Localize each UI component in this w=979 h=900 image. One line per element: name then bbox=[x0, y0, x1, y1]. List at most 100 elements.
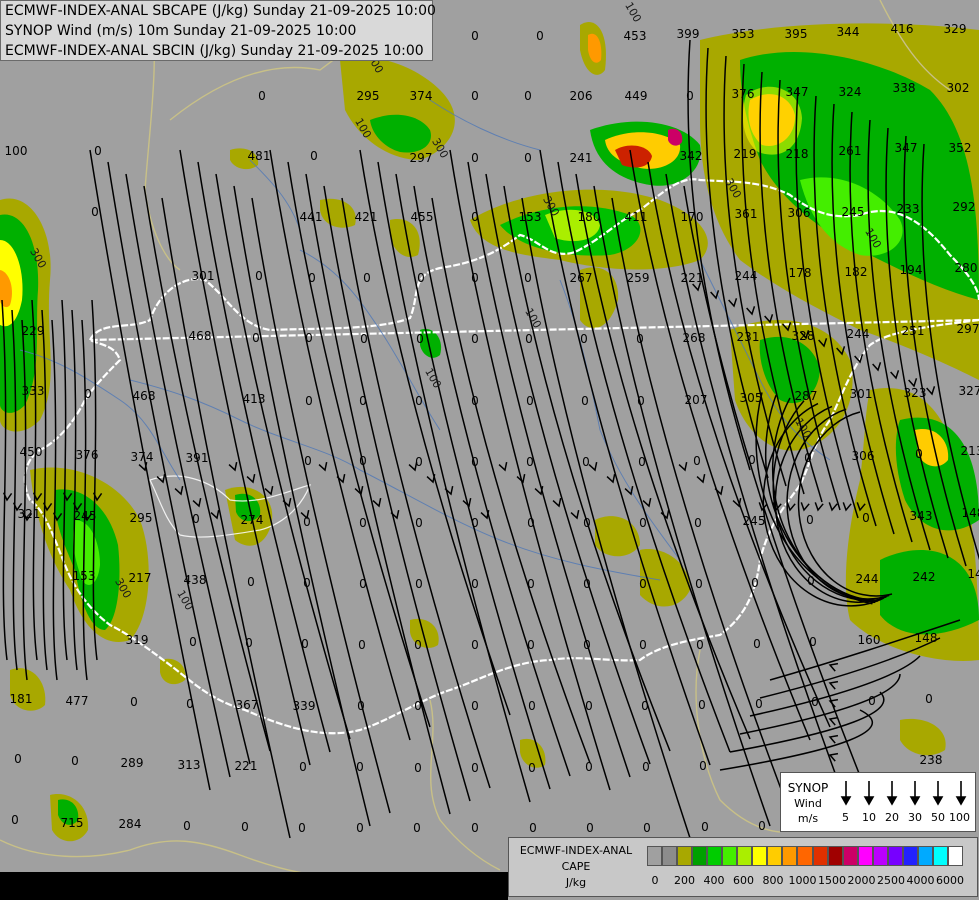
cape-value-label: 244 bbox=[856, 572, 879, 586]
cape-value-label: 441 bbox=[300, 210, 323, 224]
cape-value-label: 0 bbox=[528, 699, 536, 713]
cape-tick-label: 2500 bbox=[877, 874, 905, 887]
cape-value-label: 0 bbox=[310, 149, 318, 163]
wind-speed-100: 100 bbox=[949, 811, 970, 824]
cape-value-label: 0 bbox=[258, 89, 266, 103]
wind-legend-label-2: Wind bbox=[794, 797, 822, 810]
cape-value-label: 207 bbox=[685, 393, 708, 407]
cape-value-label: 323 bbox=[904, 386, 927, 400]
cape-value-label: 321 bbox=[18, 507, 41, 521]
cape-swatch bbox=[827, 846, 843, 866]
cape-swatch bbox=[917, 846, 933, 866]
wind-legend-label-1: SYNOP bbox=[787, 781, 829, 795]
cape-value-label: 148 bbox=[915, 631, 938, 645]
cape-value-label: 0 bbox=[581, 394, 589, 408]
cape-swatch bbox=[947, 846, 963, 866]
cape-value-label: 245 bbox=[842, 205, 865, 219]
cape-value-label: 333 bbox=[22, 384, 45, 398]
cape-value-label: 0 bbox=[471, 455, 479, 469]
cape-value-label: 319 bbox=[126, 633, 149, 647]
cape-value-label: 0 bbox=[471, 271, 479, 285]
cape-value-label: 261 bbox=[839, 144, 862, 158]
cape-value-label: 244 bbox=[735, 269, 758, 283]
cape-tick-label: 600 bbox=[733, 874, 754, 887]
wind-speed-20: 20 bbox=[885, 811, 899, 824]
cape-value-label: 0 bbox=[636, 332, 644, 346]
cape-value-label: 0 bbox=[536, 29, 544, 43]
cape-value-label: 338 bbox=[893, 81, 916, 95]
cape-value-label: 0 bbox=[192, 512, 200, 526]
cape-value-label: 421 bbox=[355, 210, 378, 224]
cape-value-label: 221 bbox=[235, 759, 258, 773]
cape-value-label: 231 bbox=[737, 330, 760, 344]
cape-value-label: 468 bbox=[189, 329, 212, 343]
cape-value-label: 181 bbox=[10, 692, 33, 706]
cape-value-label: 374 bbox=[410, 89, 433, 103]
cape-value-label: 0 bbox=[686, 89, 694, 103]
cape-value-label: 0 bbox=[807, 574, 815, 588]
cape-value-label: 0 bbox=[301, 637, 309, 651]
cape-value-label: 0 bbox=[305, 394, 313, 408]
cape-value-label: 361 bbox=[735, 207, 758, 221]
title-box: ECMWF-INDEX-ANAL SBCAPE (J/kg) Sunday 21… bbox=[0, 0, 436, 61]
cape-value-label: 194 bbox=[900, 263, 923, 277]
cape-swatch bbox=[782, 846, 798, 866]
cape-value-label: 327 bbox=[959, 384, 979, 398]
cape-value-label: 0 bbox=[583, 577, 591, 591]
wind-legend-speeds: 5 10 20 30 50 100 bbox=[836, 811, 976, 827]
cape-value-label: 292 bbox=[953, 200, 976, 214]
cape-value-label: 0 bbox=[471, 151, 479, 165]
cape-value-label: 0 bbox=[527, 516, 535, 530]
cape-value-label: 0 bbox=[694, 516, 702, 530]
cape-value-label: 0 bbox=[357, 699, 365, 713]
cape-value-label: 0 bbox=[359, 516, 367, 530]
cape-value-label: 344 bbox=[837, 25, 860, 39]
cape-value-label: 324 bbox=[839, 85, 862, 99]
wind-speed-50: 50 bbox=[931, 811, 945, 824]
wind-speed-5: 5 bbox=[842, 811, 849, 824]
wind-legend-arrows bbox=[840, 781, 967, 806]
cape-value-label: 367 bbox=[236, 698, 259, 712]
cape-swatch bbox=[932, 846, 948, 866]
cape-value-label: 0 bbox=[358, 638, 366, 652]
cape-value-label: 0 bbox=[915, 447, 923, 461]
cape-value-label: 301 bbox=[192, 269, 215, 283]
cape-value-label: 0 bbox=[693, 454, 701, 468]
cape-value-label: 0 bbox=[524, 89, 532, 103]
cape-value-label: 0 bbox=[753, 637, 761, 651]
cape-swatch bbox=[842, 846, 858, 866]
cape-value-label: 374 bbox=[131, 450, 154, 464]
cape-value-label: 0 bbox=[642, 760, 650, 774]
cape-value-label: 180 bbox=[578, 210, 601, 224]
cape-value-label: 0 bbox=[643, 821, 651, 835]
cape-value-label: 0 bbox=[925, 692, 933, 706]
cape-value-label: 233 bbox=[897, 202, 920, 216]
cape-swatch bbox=[647, 846, 663, 866]
cape-value-label: 0 bbox=[526, 394, 534, 408]
cape-color-bar bbox=[647, 846, 963, 866]
cape-value-label: 0 bbox=[585, 699, 593, 713]
cape-value-label: 268 bbox=[683, 331, 706, 345]
cape-value-label: 0 bbox=[416, 332, 424, 346]
cape-value-label: 221 bbox=[681, 271, 704, 285]
cape-value-label: 295 bbox=[130, 511, 153, 525]
cape-value-label: 0 bbox=[303, 515, 311, 529]
cape-value-label: 0 bbox=[639, 516, 647, 530]
cape-value-label: 219 bbox=[734, 147, 757, 161]
cape-value-label: 289 bbox=[121, 756, 144, 770]
cape-value-label: 259 bbox=[627, 271, 650, 285]
cape-value-label: 295 bbox=[357, 89, 380, 103]
cape-value-label: 347 bbox=[786, 85, 809, 99]
cape-value-label: 229 bbox=[22, 324, 45, 338]
cape-value-label: 411 bbox=[625, 210, 648, 224]
weather-map: 0 0 453 399 353 395 344 416 329 0 295 374 0 0 206 449 0 3… bbox=[0, 0, 979, 900]
cape-value-label: 0 bbox=[809, 635, 817, 649]
cape-value-label: 0 bbox=[183, 819, 191, 833]
cape-value-label: 339 bbox=[293, 699, 316, 713]
cape-value-label: 0 bbox=[526, 455, 534, 469]
cape-value-label: 0 bbox=[527, 638, 535, 652]
cape-value-label: 244 bbox=[847, 327, 870, 341]
title-cape: ECMWF-INDEX-ANAL SBCAPE (J/kg) Sunday 21… bbox=[5, 3, 436, 19]
cape-value-label: 477 bbox=[66, 694, 89, 708]
cape-value-label: 0 bbox=[414, 761, 422, 775]
